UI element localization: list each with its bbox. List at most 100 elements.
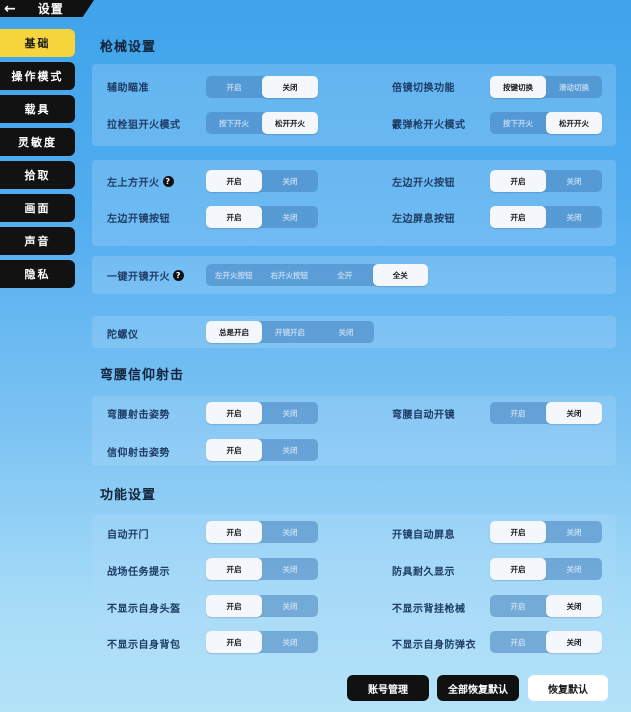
label-gyroscope: 陀螺仪 <box>107 330 139 341</box>
crouch-shoot-toggle[interactable]: 开启 关闭 <box>206 402 318 424</box>
hide-helmet-toggle[interactable]: 开启 关闭 <box>206 595 318 617</box>
section-title-crouch: 弯腰信仰射击 <box>100 368 185 383</box>
option-1[interactable]: 关闭 <box>262 206 318 228</box>
label-armor-durability: 防具耐久显示 <box>392 567 455 578</box>
label-hide-back-gun: 不显示背挂枪械 <box>392 604 466 615</box>
one-key-scope-fire-selector[interactable]: 左开火按钮 右开火按钮 全开 全关 <box>206 264 428 286</box>
option-1[interactable]: 关闭 <box>546 170 602 192</box>
sidebar-item-vehicle[interactable]: 载具 <box>0 95 75 123</box>
sidebar-item-graphics[interactable]: 画面 <box>0 194 75 222</box>
shotgun-fire-mode-toggle[interactable]: 按下开火 松开开火 <box>490 112 602 134</box>
label-scope-auto-breath: 开镜自动屏息 <box>392 530 455 541</box>
sidebar-item-control-mode[interactable]: 操作模式 <box>0 62 75 90</box>
option-1[interactable]: 滑动切换 <box>546 76 602 98</box>
option-1[interactable]: 关闭 <box>262 76 318 98</box>
option-0[interactable]: 开启 <box>206 631 262 653</box>
hide-vest-toggle[interactable]: 开启 关闭 <box>490 631 602 653</box>
aim-assist-toggle[interactable]: 开启 关闭 <box>206 76 318 98</box>
option-0[interactable]: 开启 <box>490 521 546 543</box>
label-left-breath-button: 左边屏息按钮 <box>392 214 455 225</box>
option-0[interactable]: 按下开火 <box>206 112 262 134</box>
option-0[interactable]: 开启 <box>206 170 262 192</box>
bolt-fire-mode-toggle[interactable]: 按下开火 松开开火 <box>206 112 318 134</box>
option-1[interactable]: 松开开火 <box>262 112 318 134</box>
label-scope-switch: 倍镜切换功能 <box>392 83 455 94</box>
option-0[interactable]: 开启 <box>206 76 262 98</box>
option-1[interactable]: 关闭 <box>262 595 318 617</box>
reset-all-defaults-button[interactable]: 全部恢复默认 <box>437 675 519 701</box>
sidebar-item-sensitivity[interactable]: 灵敏度 <box>0 128 75 156</box>
option-0[interactable]: 开启 <box>490 402 546 424</box>
option-1[interactable]: 关闭 <box>546 402 602 424</box>
option-1[interactable]: 松开开火 <box>546 112 602 134</box>
label-auto-door: 自动开门 <box>107 530 149 541</box>
option-1[interactable]: 关闭 <box>262 521 318 543</box>
option-1[interactable]: 关闭 <box>546 558 602 580</box>
option-1[interactable]: 关闭 <box>546 595 602 617</box>
option-1[interactable]: 关闭 <box>262 439 318 461</box>
sidebar-item-pickup[interactable]: 拾取 <box>0 161 75 189</box>
sidebar-item-privacy[interactable]: 隐私 <box>0 260 75 288</box>
scope-auto-breath-toggle[interactable]: 开启 关闭 <box>490 521 602 543</box>
option-1[interactable]: 关闭 <box>546 206 602 228</box>
option-1[interactable]: 关闭 <box>262 558 318 580</box>
reset-defaults-button[interactable]: 恢复默认 <box>528 675 608 701</box>
option-2[interactable]: 关闭 <box>318 321 374 343</box>
label-aim-assist: 辅助瞄准 <box>107 83 149 94</box>
option-0[interactable]: 开启 <box>206 521 262 543</box>
option-1[interactable]: 关闭 <box>546 631 602 653</box>
option-1[interactable]: 关闭 <box>262 402 318 424</box>
armor-durability-toggle[interactable]: 开启 关闭 <box>490 558 602 580</box>
mission-hint-toggle[interactable]: 开启 关闭 <box>206 558 318 580</box>
option-0[interactable]: 总是开启 <box>206 321 262 343</box>
option-0[interactable]: 开启 <box>490 595 546 617</box>
option-1[interactable]: 关闭 <box>262 631 318 653</box>
faith-shoot-toggle[interactable]: 开启 关闭 <box>206 439 318 461</box>
label-text: 左上方开火 <box>107 178 160 189</box>
label-shotgun-fire-mode: 霰弹枪开火模式 <box>392 120 466 131</box>
option-0[interactable]: 开启 <box>206 595 262 617</box>
help-icon[interactable]: ? <box>162 176 174 187</box>
option-1[interactable]: 关闭 <box>546 521 602 543</box>
option-1[interactable]: 开镜开启 <box>262 321 318 343</box>
label-mission-hint: 战场任务提示 <box>107 567 170 578</box>
hide-backpack-toggle[interactable]: 开启 关闭 <box>206 631 318 653</box>
option-0[interactable]: 开启 <box>490 170 546 192</box>
top-left-fire-toggle[interactable]: 开启 关闭 <box>206 170 318 192</box>
left-fire-button-toggle[interactable]: 开启 关闭 <box>490 170 602 192</box>
back-arrow-icon[interactable]: ← <box>4 2 16 16</box>
scope-switch-toggle[interactable]: 按键切换 滑动切换 <box>490 76 602 98</box>
option-0[interactable]: 开启 <box>206 558 262 580</box>
help-icon[interactable]: ? <box>173 270 184 281</box>
option-0[interactable]: 开启 <box>490 558 546 580</box>
option-2[interactable]: 全开 <box>317 264 373 286</box>
left-scope-button-toggle[interactable]: 开启 关闭 <box>206 206 318 228</box>
gyroscope-selector[interactable]: 总是开启 开镜开启 关闭 <box>206 321 374 343</box>
label-crouch-shoot: 弯腰射击姿势 <box>107 410 170 421</box>
sidebar: 基础 操作模式 载具 灵敏度 拾取 画面 声音 隐私 <box>0 29 75 293</box>
option-0[interactable]: 开启 <box>490 631 546 653</box>
label-crouch-auto-scope: 弯腰自动开镜 <box>392 410 455 421</box>
option-0[interactable]: 开启 <box>206 439 262 461</box>
option-0[interactable]: 开启 <box>206 402 262 424</box>
hide-back-gun-toggle[interactable]: 开启 关闭 <box>490 595 602 617</box>
option-3[interactable]: 全关 <box>372 264 428 286</box>
option-0[interactable]: 左开火按钮 <box>206 264 262 286</box>
section-title-function: 功能设置 <box>100 488 157 503</box>
crouch-auto-scope-toggle[interactable]: 开启 关闭 <box>490 402 602 424</box>
account-management-button[interactable]: 账号管理 <box>347 675 429 701</box>
section-title-gun: 枪械设置 <box>100 40 157 55</box>
sidebar-item-basic[interactable]: 基础 <box>0 29 75 57</box>
option-0[interactable]: 开启 <box>206 206 262 228</box>
label-left-scope-button: 左边开镜按钮 <box>107 214 170 225</box>
header-bar: ← 设置 <box>0 0 94 17</box>
left-breath-button-toggle[interactable]: 开启 关闭 <box>490 206 602 228</box>
option-1[interactable]: 右开火按钮 <box>262 264 318 286</box>
auto-door-toggle[interactable]: 开启 关闭 <box>206 521 318 543</box>
option-0[interactable]: 按下开火 <box>490 112 546 134</box>
option-0[interactable]: 按键切换 <box>490 76 546 98</box>
option-0[interactable]: 开启 <box>490 206 546 228</box>
label-bolt-fire-mode: 拉栓狙开火模式 <box>107 120 181 131</box>
option-1[interactable]: 关闭 <box>262 170 318 192</box>
sidebar-item-sound[interactable]: 声音 <box>0 227 75 255</box>
